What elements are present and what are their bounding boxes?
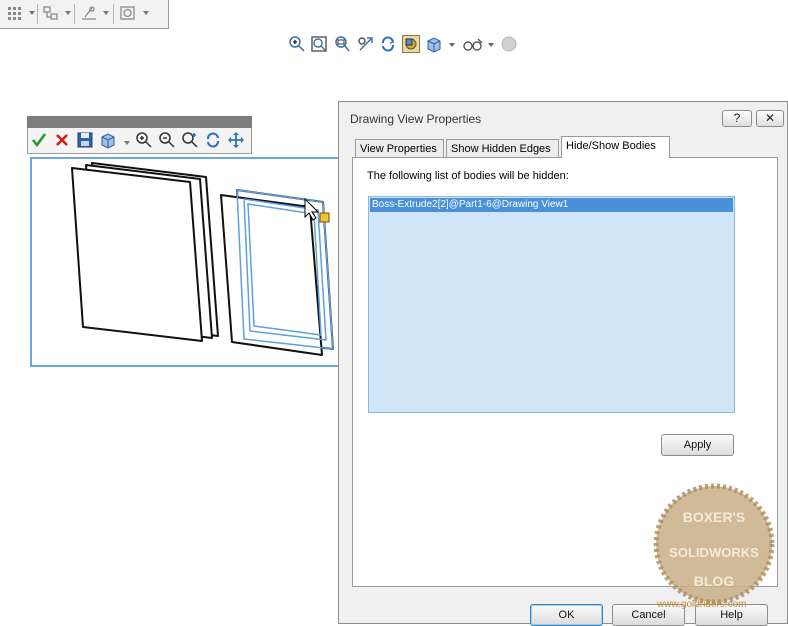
zoom-in-out-icon[interactable]: [333, 35, 351, 53]
help-question-button[interactable]: ?: [722, 110, 752, 127]
chevron-down-icon[interactable]: [124, 141, 130, 145]
rotate-icon[interactable]: [204, 131, 222, 149]
hidden-bodies-list[interactable]: Boss-Extrude2[2]@Part1-6@Drawing View1: [368, 196, 735, 413]
ok-button[interactable]: OK: [530, 604, 603, 626]
divider: [74, 4, 75, 24]
boxers-solidworks-blog-logo: BOXER'S SOLIDWORKS BLOG: [650, 480, 778, 616]
pan-icon[interactable]: [227, 131, 245, 149]
close-button[interactable]: ✕: [756, 110, 784, 127]
dialog-title: Drawing View Properties: [350, 112, 482, 126]
ok-checkmark-icon[interactable]: [30, 131, 48, 149]
zoom-in-icon[interactable]: [135, 131, 153, 149]
divider: [37, 4, 38, 24]
drawing-view-toolbar: [27, 116, 252, 154]
view-orientation-icon[interactable]: [425, 35, 443, 53]
view-layout-icon[interactable]: [42, 5, 60, 21]
tab-view-properties[interactable]: View Properties: [355, 139, 444, 158]
zoom-to-area-icon[interactable]: [288, 35, 306, 53]
toolbar-body: [27, 128, 252, 154]
hidden-bodies-label: The following list of bodies will be hid…: [367, 170, 569, 182]
watermark-url: www.goldriders.com: [657, 599, 747, 610]
tab-show-hidden-edges[interactable]: Show Hidden Edges: [446, 139, 559, 158]
grid-icon[interactable]: [6, 5, 24, 21]
annotation-icon[interactable]: [119, 5, 137, 21]
model-geometry: [71, 162, 334, 356]
display-style-icon[interactable]: [402, 35, 420, 53]
appearance-icon[interactable]: [500, 35, 518, 53]
heads-up-view-toolbar: [286, 33, 522, 57]
rotate-icon[interactable]: [379, 35, 397, 53]
divider: [113, 4, 114, 24]
list-item[interactable]: Boss-Extrude2[2]@Part1-6@Drawing View1: [370, 198, 733, 212]
command-manager-bar: [0, 0, 169, 29]
svg-text:SOLIDWORKS: SOLIDWORKS: [669, 545, 759, 560]
zoom-to-area-icon[interactable]: [181, 131, 199, 149]
zoom-out-icon[interactable]: [158, 131, 176, 149]
sketch-icon[interactable]: [80, 5, 98, 21]
zoom-to-fit-icon[interactable]: [310, 35, 328, 53]
tab-hide-show-bodies[interactable]: Hide/Show Bodies: [561, 136, 670, 158]
svg-text:BLOG: BLOG: [694, 573, 735, 589]
view-orientation-icon[interactable]: [99, 131, 117, 149]
chevron-down-icon[interactable]: [29, 11, 35, 15]
hide-show-items-icon[interactable]: [462, 35, 483, 53]
apply-button[interactable]: Apply: [661, 434, 734, 456]
save-icon[interactable]: [76, 131, 94, 149]
section-view-icon[interactable]: [357, 35, 375, 53]
chevron-down-icon[interactable]: [143, 11, 149, 15]
cancel-x-icon[interactable]: [53, 131, 71, 149]
svg-text:BOXER'S: BOXER'S: [683, 509, 745, 525]
chevron-down-icon[interactable]: [488, 43, 494, 47]
drawing-view[interactable]: [30, 157, 341, 367]
chevron-down-icon[interactable]: [449, 43, 455, 47]
chevron-down-icon[interactable]: [103, 11, 109, 15]
toolbar-title-strip[interactable]: [27, 116, 252, 128]
chevron-down-icon[interactable]: [65, 11, 71, 15]
